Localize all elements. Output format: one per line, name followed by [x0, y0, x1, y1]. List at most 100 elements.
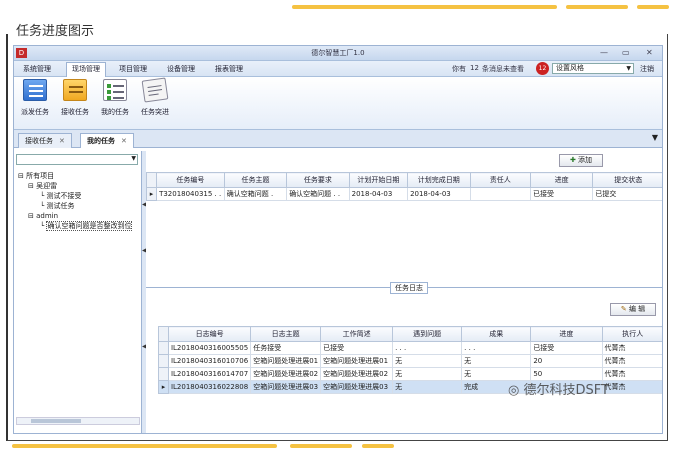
tab-receive-task[interactable]: 接收任务 ✕ [18, 133, 72, 148]
cell[interactable]: 确认空箱问题 . . [286, 187, 350, 201]
cell[interactable]: 代菁杰 [601, 380, 662, 394]
cell[interactable]: 任务接受 [250, 341, 322, 355]
project-filter-combo[interactable]: ▼ [16, 154, 138, 165]
column-header[interactable]: 进度 [530, 326, 603, 342]
scrollbar-thumb[interactable] [31, 419, 81, 423]
watermark-text: 德尔科技DSFT [523, 383, 609, 398]
tree-node-user1[interactable]: ⊟ 吴迎雷 [18, 181, 132, 191]
menu-site[interactable]: 现场管理 [66, 62, 106, 77]
column-header[interactable]: 成果 [461, 326, 532, 342]
tab-my-task[interactable]: 我的任务 ✕ [80, 133, 134, 148]
table-row[interactable]: ▸ T32018040315 . . 确认空箱问题 . 确认空箱问题 . . 2… [145, 187, 662, 201]
cell[interactable]: 无 [392, 367, 463, 381]
tree-node-admin[interactable]: ⊟ admin [18, 211, 132, 221]
message-suffix[interactable]: 条消息未查看 [482, 64, 524, 74]
column-header[interactable]: 遇到问题 [392, 326, 463, 342]
table-row[interactable]: IL2018040316010706 空箱问题处理进展01 空箱问题处理进展01… [158, 354, 662, 368]
menu-equipment[interactable]: 设备管理 [162, 63, 200, 75]
column-header[interactable]: 任务编号 [156, 172, 225, 188]
column-header[interactable]: 日志编号 [167, 326, 252, 342]
my-task-button[interactable]: 我的任务 [98, 79, 132, 117]
task-advance-label: 任务突进 [141, 108, 169, 116]
dispatch-task-label: 派发任务 [21, 108, 49, 116]
column-header[interactable]: 计划开始日期 [348, 172, 409, 188]
bottom-deco-bar-1 [12, 444, 277, 448]
style-select[interactable]: 设置风格 ▼ [552, 63, 634, 74]
close-icon[interactable]: ✕ [59, 137, 65, 145]
tree-node-task-confirm[interactable]: └ 确认空箱问题是否整改到位 [18, 221, 133, 231]
cell[interactable]: T32018040315 . . [156, 187, 225, 201]
cell[interactable]: IL2018040316014707 [167, 367, 252, 381]
cell[interactable]: 空箱问题处理进展01 [320, 354, 394, 368]
message-count: 12 [470, 64, 479, 72]
tree-node-task-reject-label: 测试不接受 [46, 192, 82, 200]
pencil-icon: ✎ [620, 305, 627, 313]
close-button[interactable]: ✕ [646, 48, 653, 57]
column-header[interactable]: 任务要求 [286, 172, 350, 188]
cell[interactable]: 确认空箱问题 . [223, 187, 288, 201]
tree-node-task-reject[interactable]: └ 测试不接受 [18, 191, 132, 201]
add-task-button[interactable]: ✚ 添加 [559, 154, 603, 167]
cell[interactable]: 空箱问题处理进展01 [250, 354, 322, 368]
column-header[interactable]: 责任人 [469, 172, 531, 188]
menu-project[interactable]: 项目管理 [114, 63, 152, 75]
row-indicator-icon: ▸ [158, 380, 169, 394]
cell[interactable]: 已接受 [529, 187, 594, 201]
minimize-button[interactable]: — [600, 48, 608, 57]
message-prefix: 你有 [452, 65, 466, 73]
receive-notes-icon [63, 79, 87, 101]
column-header[interactable]: 进度 [529, 172, 594, 188]
maximize-button[interactable]: ▭ [622, 48, 630, 57]
cell[interactable]: . . . [461, 341, 532, 355]
menu-system[interactable]: 系统管理 [18, 63, 56, 75]
cell[interactable] [469, 187, 531, 201]
cell[interactable]: 无 [392, 354, 463, 368]
cell[interactable]: 空箱问题处理进展03 [250, 380, 322, 394]
logout-link[interactable]: 注销 [640, 64, 654, 74]
add-task-label: 添加 [578, 156, 593, 164]
cell[interactable]: 代菁杰 [601, 341, 662, 355]
close-icon[interactable]: ✕ [121, 137, 127, 145]
cell[interactable]: . . . [392, 341, 463, 355]
menu-report[interactable]: 报表管理 [210, 63, 248, 75]
cell[interactable]: IL2018040316010706 [167, 354, 252, 368]
table-row[interactable]: IL2018040316005505 任务接受 已接受 . . . . . . … [158, 341, 662, 355]
cell[interactable]: IL2018040316022808 [167, 380, 252, 394]
column-header[interactable]: 工作简述 [320, 326, 394, 342]
cell[interactable]: 代菁杰 [601, 354, 662, 368]
column-header[interactable]: 执行人 [601, 326, 662, 342]
cell[interactable]: 已接受 [320, 341, 394, 355]
cell[interactable]: 已接受 [530, 341, 603, 355]
cell[interactable]: 20 [530, 354, 603, 368]
column-header[interactable]: 提交状态 [592, 172, 662, 188]
project-tree-panel: ▼ ⊟ 所有项目 ⊟ 吴迎雷 └ 测试不接受 └ 测试任务 ⊟ admin └ … [14, 151, 142, 433]
column-header[interactable]: 日志主题 [250, 326, 322, 342]
tree-node-task-confirm-label: 确认空箱问题是否整改到位 [46, 221, 133, 231]
tree-horizontal-scrollbar[interactable] [16, 417, 140, 425]
tree-node-root[interactable]: ⊟ 所有项目 [18, 171, 132, 181]
dispatch-task-button[interactable]: 派发任务 [18, 79, 52, 117]
receive-task-button[interactable]: 接收任务 [58, 79, 92, 117]
cell[interactable]: 已提交 [592, 187, 662, 201]
column-header[interactable]: 计划完成日期 [407, 172, 471, 188]
cell[interactable]: 空箱问题处理进展02 [250, 367, 322, 381]
cell[interactable]: 2018-04-03 [407, 187, 471, 201]
cell[interactable]: 空箱问题处理进展03 [320, 380, 394, 394]
project-tree: ⊟ 所有项目 ⊟ 吴迎雷 └ 测试不接受 └ 测试任务 ⊟ admin └ 确认… [18, 171, 133, 231]
cell[interactable]: 2018-04-03 [348, 187, 409, 201]
cell[interactable]: IL2018040316005505 [167, 341, 252, 355]
column-header[interactable]: 任务主题 [223, 172, 288, 188]
chevron-down-icon: ▼ [626, 65, 631, 72]
cell[interactable]: 代菁杰 [601, 367, 662, 381]
tab-dropdown-icon[interactable]: ▼ [652, 133, 658, 142]
cell[interactable]: 无 [392, 380, 463, 394]
notification-badge[interactable]: 12 [536, 62, 549, 75]
tree-node-task-test[interactable]: └ 测试任务 [18, 201, 132, 211]
cell[interactable]: 空箱问题处理进展02 [320, 367, 394, 381]
task-advance-button[interactable]: 任务突进 [138, 77, 172, 117]
window-title: 德尔智慧工厂1.0 [311, 49, 365, 57]
bottom-deco-bar-2 [290, 444, 352, 448]
edit-log-button[interactable]: ✎ 编 辑 [610, 303, 656, 316]
cell[interactable]: 无 [461, 354, 532, 368]
top-deco-bar-2 [566, 5, 628, 9]
